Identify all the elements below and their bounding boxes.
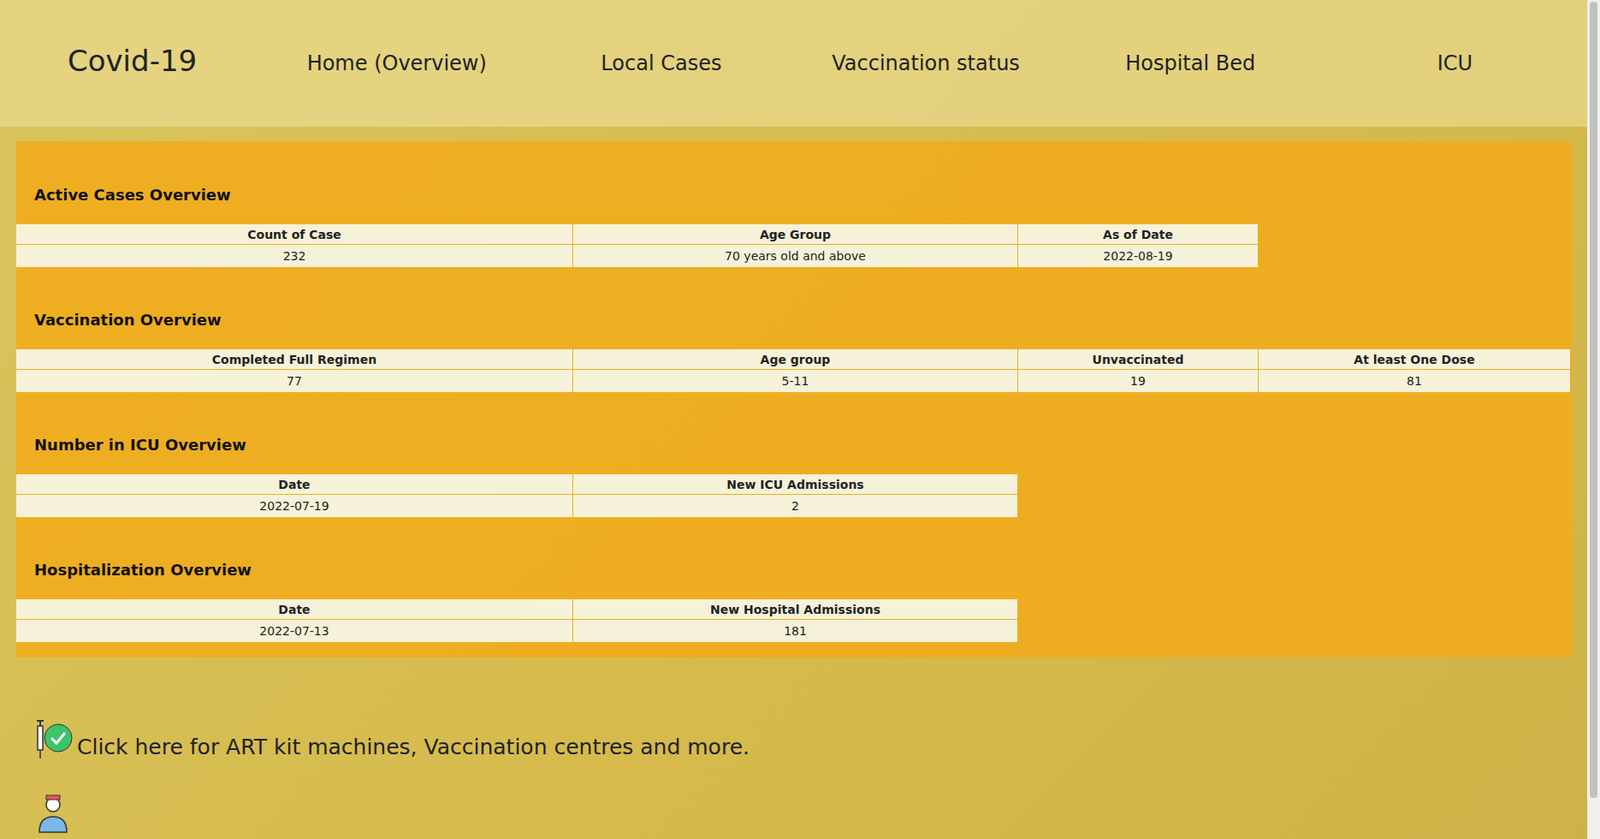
nav-link[interactable]: Home (Overview) (264, 51, 529, 76)
column-header: Count of Case (16, 224, 573, 244)
overview-table: DateNew ICU Admissions2022-07-192 (16, 474, 1572, 517)
info-link[interactable]: Click here for ART kit machines, Vaccina… (34, 718, 1588, 760)
column-header: At least One Dose (1258, 349, 1571, 369)
table-cell: 2 (573, 494, 1018, 517)
section-heading: Number in ICU Overview (34, 435, 1572, 455)
column-header: As of Date (1018, 224, 1258, 244)
table-cell: 232 (16, 244, 573, 267)
link-list: Click here for ART kit machines, Vaccina… (0, 657, 1588, 834)
info-link[interactable] (34, 792, 1588, 834)
nav-link[interactable]: Local Cases (528, 51, 794, 76)
doctor-icon (34, 792, 76, 834)
overview-panel: Active Cases Overview Count of CaseAge Gr… (16, 141, 1572, 658)
vaccine-icon (34, 718, 76, 760)
table-cell: 77 (16, 369, 573, 392)
table-cell: 19 (1018, 369, 1258, 392)
overview-section: Active Cases Overview Count of CaseAge Gr… (16, 185, 1572, 267)
nav-link[interactable]: Vaccination status (793, 51, 1058, 76)
page: Covid-19Home (Overview)Local CasesVaccin… (0, 0, 1588, 839)
site-title[interactable]: Covid-19 (0, 43, 265, 78)
overview-section: Hospitalization Overview DateNew Hospital… (16, 560, 1572, 642)
table-cell: 81 (1258, 369, 1571, 392)
column-header: Date (16, 474, 573, 494)
column-header: Age group (573, 349, 1018, 369)
table-cell: 2022-07-19 (16, 494, 573, 517)
column-header: New Hospital Admissions (573, 598, 1018, 619)
scrollbar[interactable] (1587, 0, 1600, 839)
table-cell: 2022-07-13 (16, 619, 573, 642)
column-header: Age Group (573, 224, 1018, 244)
section-heading: Active Cases Overview (34, 185, 1572, 205)
table-cell: 2022-08-19 (1018, 244, 1258, 267)
overview-section: Vaccination Overview Completed Full Regim… (16, 310, 1572, 392)
section-heading: Hospitalization Overview (34, 560, 1572, 580)
nav-link[interactable]: Hospital Bed (1058, 51, 1323, 76)
column-header: Completed Full Regimen (16, 349, 573, 369)
link-text[interactable]: Click here for ART kit machines, Vaccina… (77, 734, 750, 760)
nav-link[interactable]: ICU (1322, 51, 1588, 76)
top-nav: Covid-19Home (Overview)Local CasesVaccin… (0, 0, 1588, 127)
overview-section: Number in ICU Overview DateNew ICU Admiss… (16, 435, 1572, 517)
column-header: Unvaccinated (1018, 349, 1258, 369)
section-heading: Vaccination Overview (34, 310, 1572, 330)
overview-table: DateNew Hospital Admissions2022-07-13181 (16, 598, 1572, 642)
scrollbar-thumb[interactable] (1589, 1, 1598, 798)
table-cell: 5-11 (573, 369, 1018, 392)
table-cell: 181 (573, 619, 1018, 642)
overview-table: Count of CaseAge GroupAs of Date 23270 ye… (16, 224, 1572, 267)
overview-table: Completed Full RegimenAge groupUnvaccina… (16, 349, 1572, 392)
table-cell: 70 years old and above (573, 244, 1018, 267)
column-header: Date (16, 598, 573, 619)
column-header: New ICU Admissions (573, 474, 1018, 494)
